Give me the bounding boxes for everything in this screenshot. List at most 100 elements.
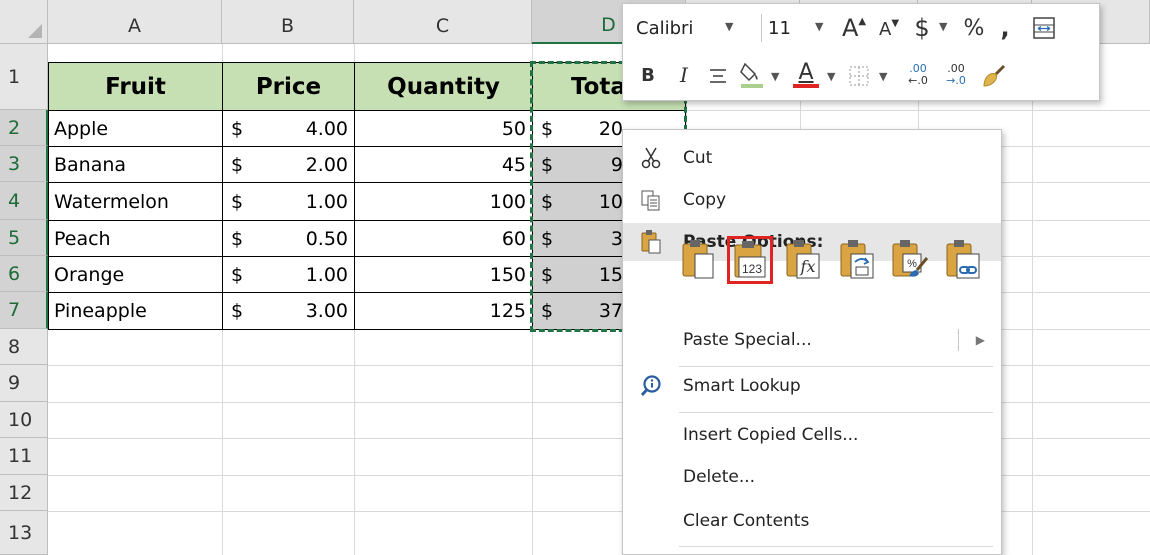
row-header-13[interactable]: 13 — [0, 511, 48, 555]
menu-item-label: Paste Special... — [683, 330, 812, 350]
menu-item-cut[interactable]: Cut — [623, 138, 1001, 178]
select-all-corner[interactable] — [0, 0, 48, 44]
paste-link-icon — [946, 240, 980, 279]
format-painter-icon — [983, 64, 1006, 87]
decrease-decimal-bottom: →.0 — [946, 74, 966, 87]
center-align-button[interactable] — [705, 62, 731, 90]
paste-transpose-icon — [840, 240, 874, 279]
cell-fruit[interactable]: Peach — [48, 220, 223, 257]
cell-quantity[interactable]: 125 — [354, 292, 533, 330]
bold-button[interactable]: B — [637, 60, 659, 90]
row-header-12[interactable]: 12 — [0, 475, 48, 511]
row-header-6[interactable]: 6 — [0, 256, 48, 292]
accounting-dropdown-icon[interactable]: ▼ — [939, 20, 947, 33]
fill-color-dropdown-icon[interactable]: ▼ — [771, 70, 779, 83]
row-header-10[interactable]: 10 — [0, 402, 48, 438]
menu-item-delete[interactable]: Delete... — [623, 457, 1001, 497]
currency-symbol: $ — [231, 117, 244, 140]
currency-icon: $ — [914, 14, 930, 42]
menu-item-paste-special[interactable]: Paste Special... ▶ — [623, 320, 1001, 360]
menu-item-clear-contents[interactable]: Clear Contents — [623, 501, 1001, 541]
cell-price[interactable]: $1.00 — [222, 256, 355, 293]
currency-symbol: $ — [231, 153, 244, 176]
cell-fruit[interactable]: Orange — [48, 256, 223, 293]
menu-item-insert-copied-cells[interactable]: Insert Copied Cells... — [623, 415, 1001, 455]
copy-icon — [637, 186, 665, 214]
paste-button[interactable] — [677, 236, 723, 284]
paste-values-button[interactable]: 123 — [727, 236, 773, 284]
borders-button[interactable] — [845, 62, 873, 90]
menu-item-label: Cut — [683, 148, 713, 168]
paste-formulas-button[interactable]: fx — [781, 236, 827, 284]
menu-item-label: Delete... — [683, 467, 756, 487]
paste-transpose-button[interactable] — [835, 236, 881, 284]
header-cell-fruit[interactable]: Fruit — [48, 62, 223, 111]
menu-item-label: Smart Lookup — [683, 376, 801, 396]
cell-quantity[interactable]: 60 — [354, 220, 533, 257]
row-header-2[interactable]: 2 — [0, 110, 48, 146]
row-header-1[interactable]: 1 — [0, 44, 48, 110]
total-value: 15 — [598, 263, 623, 286]
format-painter-button[interactable] — [979, 60, 1009, 92]
menu-item-smart-lookup[interactable]: Smart Lookup — [623, 366, 1001, 406]
column-header-a[interactable]: A — [48, 0, 222, 44]
column-header-b[interactable]: B — [222, 0, 354, 44]
cell-price[interactable]: $3.00 — [222, 292, 355, 330]
cell-fruit[interactable]: Banana — [48, 146, 223, 183]
font-color-swatch — [793, 84, 819, 88]
paste-link-button[interactable] — [941, 236, 987, 284]
row-header-8[interactable]: 8 — [0, 329, 48, 365]
paste-formatting-icon: % — [892, 240, 929, 277]
cell-price[interactable]: $0.50 — [222, 220, 355, 257]
merge-center-button[interactable] — [1029, 14, 1059, 42]
cell-quantity[interactable]: 50 — [354, 110, 533, 147]
increase-decimal-button[interactable]: .00 ←.0 — [901, 60, 935, 90]
decrease-decimal-button[interactable]: .00 →.0 — [939, 60, 973, 90]
font-color-dropdown-icon[interactable]: ▼ — [827, 70, 835, 83]
paste-values-icon: 123 — [734, 241, 766, 278]
accounting-format-button[interactable]: $ — [909, 12, 935, 44]
cell-price[interactable]: $4.00 — [222, 110, 355, 147]
row-header-9[interactable]: 9 — [0, 365, 48, 402]
font-size-dropdown-icon[interactable]: ▼ — [815, 20, 823, 33]
font-color-button[interactable]: A — [791, 58, 821, 92]
row-header-4[interactable]: 4 — [0, 182, 48, 220]
menu-item-copy[interactable]: Copy — [623, 180, 1001, 220]
cell-quantity[interactable]: 150 — [354, 256, 533, 293]
row-header-7[interactable]: 7 — [0, 292, 48, 329]
borders-dropdown-icon[interactable]: ▼ — [879, 70, 887, 83]
grow-font-button[interactable]: A ▲ — [837, 12, 871, 44]
shrink-font-button[interactable]: A ▼ — [873, 14, 905, 44]
header-cell-quantity[interactable]: Quantity — [354, 62, 533, 111]
cell-price[interactable]: $2.00 — [222, 146, 355, 183]
fill-color-button[interactable] — [737, 58, 767, 92]
currency-symbol: $ — [541, 153, 554, 176]
font-name-dropdown-icon[interactable]: ▼ — [725, 20, 733, 33]
italic-button[interactable]: I — [673, 60, 695, 90]
currency-symbol: $ — [231, 227, 244, 250]
cell-fruit[interactable]: Apple — [48, 110, 223, 147]
font-color-icon: A — [798, 60, 814, 85]
comma-style-button[interactable]: , — [993, 12, 1017, 44]
cell-price[interactable]: $1.00 — [222, 182, 355, 221]
row-header-11[interactable]: 11 — [0, 438, 48, 475]
price-value: 2.00 — [305, 153, 348, 176]
header-cell-price[interactable]: Price — [222, 62, 355, 111]
column-header-c[interactable]: C — [354, 0, 532, 44]
cell-quantity[interactable]: 45 — [354, 146, 533, 183]
grow-font-icon: A — [841, 14, 859, 42]
row-header-3[interactable]: 3 — [0, 146, 48, 182]
cell-fruit[interactable]: Watermelon — [48, 182, 223, 221]
select-all-triangle-icon — [28, 24, 42, 38]
merge-center-icon — [1033, 17, 1055, 39]
percent-style-button[interactable]: % — [959, 12, 989, 44]
svg-text:%: % — [907, 258, 917, 270]
price-value: 1.00 — [305, 190, 348, 213]
price-value: 4.00 — [305, 117, 348, 140]
paste-formatting-button[interactable]: % — [887, 236, 933, 284]
row-header-5[interactable]: 5 — [0, 220, 48, 256]
cell-quantity[interactable]: 100 — [354, 182, 533, 221]
menu-item-label: Insert Copied Cells... — [683, 425, 859, 445]
font-size-value: 11 — [768, 17, 791, 39]
cell-fruit[interactable]: Pineapple — [48, 292, 223, 330]
